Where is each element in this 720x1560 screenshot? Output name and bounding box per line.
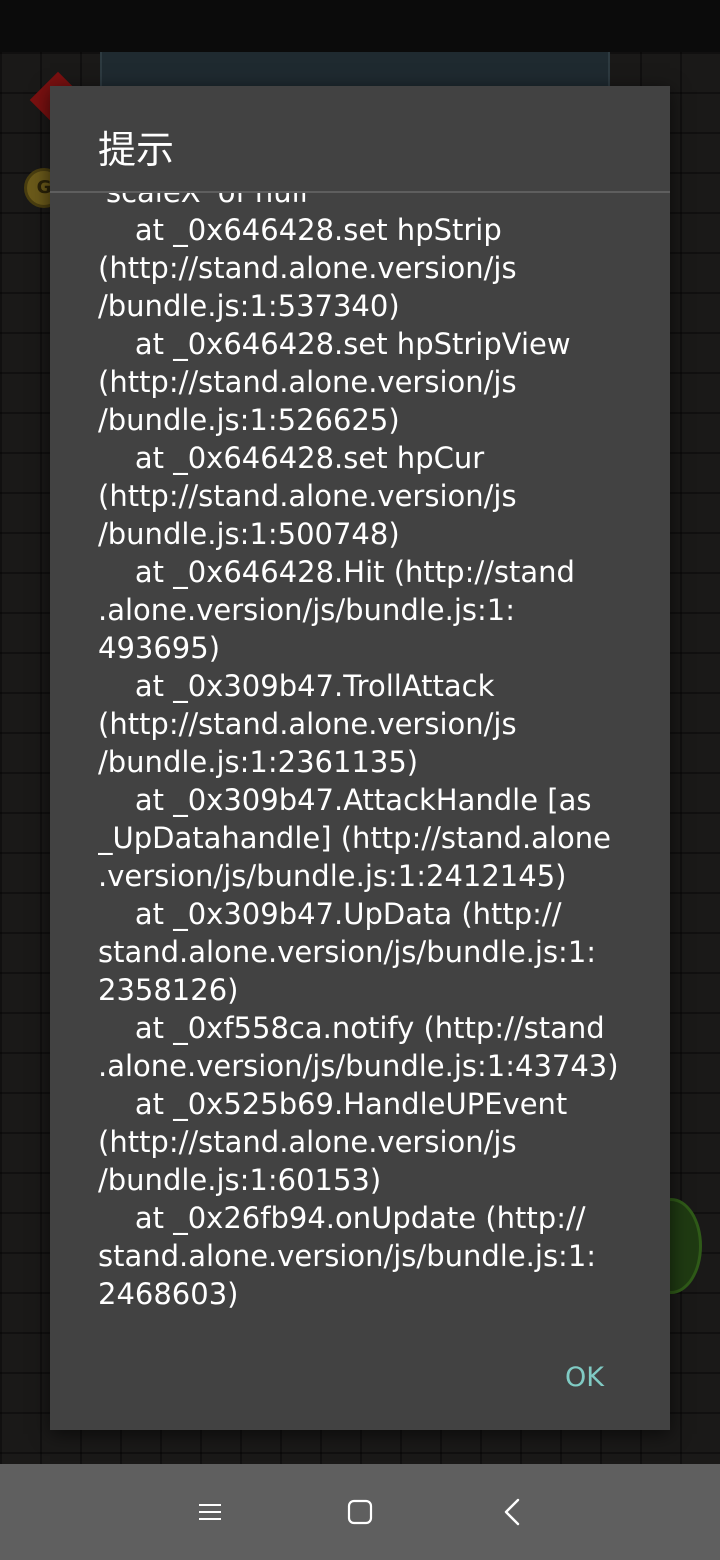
ok-button[interactable]: OK [549,1358,620,1398]
error-dialog: 提示 'scaleX' of null at _0x646428.set hpS… [50,86,670,1430]
home-button[interactable] [336,1488,384,1536]
dialog-title: 提示 [98,128,175,172]
navigation-bar [0,1464,720,1560]
recent-apps-button[interactable] [186,1488,234,1536]
back-chevron-icon [504,1498,520,1526]
menu-icon [199,1504,221,1520]
error-stack-trace: 'scaleX' of null at _0x646428.set hpStri… [98,193,619,1311]
dialog-message-scroll[interactable]: 'scaleX' of null at _0x646428.set hpStri… [98,193,638,1323]
home-square-icon [347,1499,373,1525]
screen: G 提示 'scaleX' of null at _0x646428.set h… [0,0,720,1560]
back-button[interactable] [488,1488,536,1536]
game-top-bar [100,52,610,88]
